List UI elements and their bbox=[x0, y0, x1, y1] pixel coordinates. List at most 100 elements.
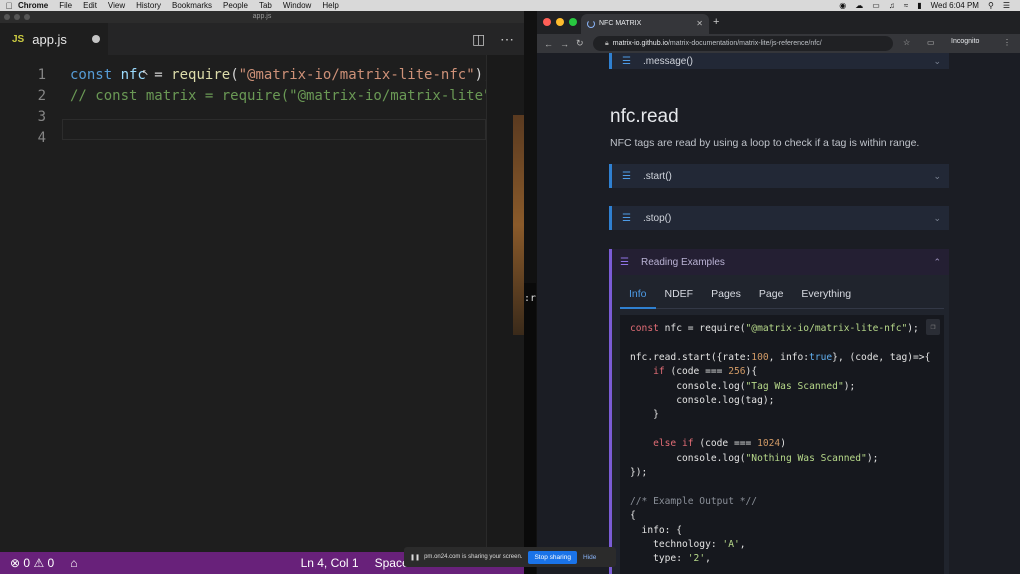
code-token: "@matrix-io/matrix-lite-nfc" bbox=[238, 67, 475, 83]
example-code-line: const nfc = require("@matrix-io/matrix-l… bbox=[630, 321, 919, 336]
new-tab-button[interactable]: + bbox=[713, 16, 719, 28]
code-line[interactable]: 3 bbox=[0, 107, 486, 128]
airplay-icon[interactable]: ▭ bbox=[872, 1, 880, 10]
lock-icon[interactable]: 🔒︎ bbox=[605, 40, 609, 47]
code-token: = bbox=[145, 67, 172, 83]
editor-tab-label: app.js bbox=[32, 31, 67, 47]
accordion-message[interactable]: ☰ .message() ⌄ bbox=[609, 53, 949, 69]
reading-examples-header[interactable]: ☰ Reading Examples ⌃ bbox=[612, 249, 949, 275]
menu-file[interactable]: File bbox=[59, 1, 72, 10]
close-window-button[interactable] bbox=[4, 14, 10, 20]
error-count: 0 bbox=[23, 556, 31, 570]
address-bar[interactable]: 🔒︎ matrix-io.github.io/matrix-documentati… bbox=[593, 36, 893, 51]
numbered-list-icon: ☰ bbox=[620, 256, 629, 268]
code-token: console.log( bbox=[630, 380, 746, 392]
code-token: "Tag Was Scanned" bbox=[745, 380, 844, 392]
bookmark-star-icon[interactable]: ☆ bbox=[903, 38, 910, 47]
screen-sharing-banner: ❚❚ pm.on24.com is sharing your screen. S… bbox=[404, 547, 616, 567]
incognito-badge[interactable]: Incognito bbox=[951, 38, 979, 45]
battery-icon[interactable]: ▮ bbox=[917, 1, 921, 10]
tab-info[interactable]: Info bbox=[620, 283, 656, 309]
apple-icon[interactable]:  bbox=[0, 1, 18, 11]
code-token: ); bbox=[843, 380, 856, 392]
menu-app-name[interactable]: Chrome bbox=[18, 1, 48, 10]
reading-examples-panel: ☰ Reading Examples ⌃ Info NDEF Pages Pag… bbox=[609, 249, 949, 574]
menu-bookmarks[interactable]: Bookmarks bbox=[172, 1, 212, 10]
code-token: 256 bbox=[728, 366, 746, 378]
code-line[interactable]: 2 // const matrix = require("@matrix-io/m… bbox=[0, 86, 492, 107]
menu-help[interactable]: Help bbox=[322, 1, 338, 10]
code-token: type: bbox=[630, 553, 688, 565]
close-tab-icon[interactable]: ✕ bbox=[696, 14, 703, 34]
example-code-line: { bbox=[630, 508, 636, 523]
close-window-button[interactable] bbox=[543, 18, 551, 26]
accordion-message-label: .message() bbox=[642, 55, 693, 67]
tab-page[interactable]: Page bbox=[750, 283, 793, 309]
copy-code-icon[interactable]: ❐ bbox=[926, 319, 940, 335]
menu-history[interactable]: History bbox=[136, 1, 161, 10]
minimap[interactable] bbox=[486, 55, 524, 552]
clock[interactable]: Wed 6:04 PM bbox=[931, 1, 979, 10]
browser-tab[interactable]: NFC MATRIX ✕ bbox=[581, 14, 709, 34]
section-description: NFC tags are read by using a loop to che… bbox=[610, 137, 920, 149]
errors-warnings-indicator[interactable]: ⊗ 0 ⚠ 0 bbox=[10, 556, 54, 570]
editor-tab-app-js[interactable]: JS app.js bbox=[0, 23, 108, 55]
code-token: 'A' bbox=[722, 539, 740, 550]
background-window-strip bbox=[513, 115, 524, 335]
chrome-window-controls bbox=[543, 18, 577, 26]
notification-center-icon[interactable]: ☰ bbox=[1003, 1, 1010, 10]
camera-icon[interactable]: ◉ bbox=[839, 1, 846, 10]
zoom-window-button[interactable] bbox=[24, 14, 30, 20]
stop-sharing-button[interactable]: Stop sharing bbox=[528, 550, 577, 564]
sharing-message: pm.on24.com is sharing your screen. bbox=[424, 554, 523, 560]
tab-ndef[interactable]: NDEF bbox=[656, 283, 703, 309]
code-line[interactable]: 1 const nfc = require("@matrix-io/matrix-… bbox=[0, 65, 492, 86]
accordion-start[interactable]: ☰ .start() ⌄ bbox=[609, 164, 949, 188]
zoom-window-button[interactable] bbox=[569, 18, 577, 26]
cloud-icon[interactable]: ☁ bbox=[855, 1, 863, 10]
menu-window[interactable]: Window bbox=[283, 1, 311, 10]
menu-tab[interactable]: Tab bbox=[259, 1, 272, 10]
wifi-icon[interactable]: ≈ bbox=[904, 1, 908, 10]
reload-icon[interactable]: ↻ bbox=[576, 38, 584, 49]
code-token: 1024 bbox=[757, 438, 781, 450]
live-share-icon[interactable]: ⌂ bbox=[70, 556, 77, 570]
warning-icon: ⚠ bbox=[33, 556, 45, 570]
example-code-block[interactable]: const nfc = require("@matrix-io/matrix-l… bbox=[620, 315, 944, 574]
code-token: , bbox=[739, 539, 746, 550]
documentation-page: ☰ .message() ⌄ nfc.read NFC tags are rea… bbox=[537, 53, 1020, 574]
chevron-down-icon: ⌄ bbox=[933, 55, 941, 66]
code-token: { bbox=[630, 510, 636, 522]
cursor-position[interactable]: Ln 4, Col 1 bbox=[301, 556, 359, 570]
tab-everything[interactable]: Everything bbox=[792, 283, 860, 309]
search-icon[interactable]: ⚲ bbox=[988, 1, 994, 10]
more-actions-icon[interactable]: ⋯ bbox=[500, 31, 514, 48]
forward-icon[interactable]: → bbox=[560, 39, 569, 49]
code-line[interactable]: 4 bbox=[0, 128, 486, 149]
minimize-window-button[interactable] bbox=[556, 18, 564, 26]
back-icon[interactable]: ← bbox=[544, 39, 553, 49]
code-editor[interactable]: 1 const nfc = require("@matrix-io/matrix-… bbox=[0, 55, 492, 552]
hide-banner-button[interactable]: Hide bbox=[583, 554, 596, 561]
menu-edit[interactable]: Edit bbox=[83, 1, 97, 10]
mouse-cursor-icon: ↖ bbox=[142, 65, 149, 78]
volume-icon[interactable]: ♫ bbox=[889, 1, 895, 10]
accordion-stop[interactable]: ☰ .stop() ⌄ bbox=[609, 206, 949, 230]
list-icon: ☰ bbox=[622, 170, 631, 182]
code-token: const bbox=[70, 67, 121, 83]
accordion-stop-label: .stop() bbox=[642, 212, 672, 224]
code-token: console.log(tag); bbox=[630, 395, 775, 406]
chevron-up-icon: ⌃ bbox=[933, 256, 941, 267]
unsaved-dot-icon[interactable] bbox=[92, 35, 100, 43]
menu-people[interactable]: People bbox=[223, 1, 248, 10]
menu-view[interactable]: View bbox=[108, 1, 125, 10]
tab-pages[interactable]: Pages bbox=[702, 283, 750, 309]
split-editor-icon[interactable]: ◫ bbox=[472, 31, 485, 48]
minimize-window-button[interactable] bbox=[14, 14, 20, 20]
chrome-menu-icon[interactable]: ⋮ bbox=[1003, 38, 1011, 47]
window-controls bbox=[4, 14, 30, 20]
example-code-line: if (code === 256){ bbox=[630, 364, 757, 379]
cast-icon[interactable]: ▭ bbox=[927, 38, 935, 47]
code-token: if bbox=[653, 366, 665, 378]
code-token: } bbox=[630, 409, 659, 421]
